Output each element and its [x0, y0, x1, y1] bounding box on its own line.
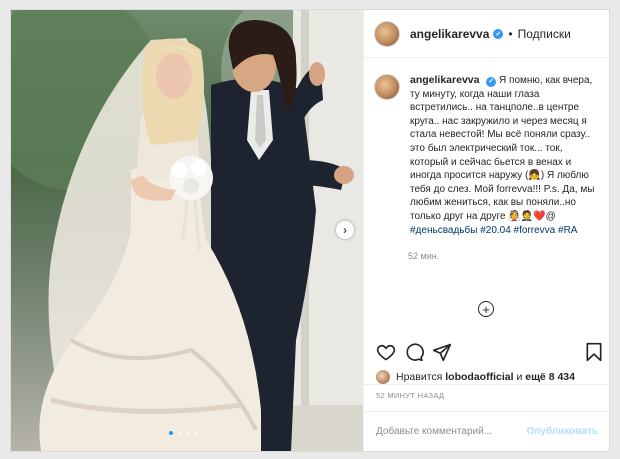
- post-photo[interactable]: ›: [11, 10, 363, 451]
- verified-icon: ✓: [486, 76, 497, 87]
- caption-timestamp: 52 мин.: [408, 251, 440, 262]
- carousel-dot: [185, 431, 189, 435]
- heart-icon[interactable]: [376, 342, 396, 362]
- avatar[interactable]: [374, 20, 400, 47]
- username-link[interactable]: angelikarevva: [410, 27, 489, 41]
- carousel-indicator: [169, 431, 197, 435]
- header-separator: •: [508, 26, 513, 41]
- caption-username-link[interactable]: angelikarevva: [410, 74, 479, 86]
- following-button[interactable]: Подписки: [518, 27, 571, 41]
- plus-circle-icon[interactable]: +: [478, 301, 494, 317]
- comment-form: Опубликовать: [364, 411, 609, 451]
- caption-row: angelikarevva ✓ Я помню, как вчера, ту м…: [364, 58, 609, 237]
- caption-hashtags[interactable]: #деньсвадьбы #20.04 #forrevva #RA: [410, 225, 577, 236]
- carousel-dot: [177, 431, 181, 435]
- post-header: angelikarevva ✓ • Подписки: [364, 10, 609, 58]
- caption-text: angelikarevva ✓ Я помню, как вчера, ту м…: [410, 74, 602, 237]
- share-icon[interactable]: [432, 342, 452, 362]
- liker-username-link[interactable]: lobodaofficial: [445, 371, 513, 383]
- likes-prefix: Нравится: [396, 371, 443, 383]
- comment-input[interactable]: [376, 426, 526, 437]
- likes-count-link[interactable]: ещё 8 434: [525, 371, 575, 383]
- verified-icon: ✓: [493, 28, 504, 39]
- chevron-right-icon: ›: [343, 223, 347, 237]
- post-side-panel: angelikarevva ✓ • Подписки angelikarevva…: [363, 10, 609, 451]
- post-modal: › angelikarevva ✓ • Подписки angelikarev…: [10, 9, 610, 452]
- caption-body: Я помню, как вчера, ту минуту, когда наш…: [410, 75, 595, 222]
- comment-icon[interactable]: [404, 342, 424, 362]
- post-timestamp: 52 МИНУТ НАЗАД: [376, 391, 445, 400]
- caption-area: angelikarevva ✓ Я помню, как вчера, ту м…: [364, 58, 609, 385]
- likes-connector: и: [516, 371, 523, 383]
- next-photo-button[interactable]: ›: [336, 221, 354, 239]
- publish-button[interactable]: Опубликовать: [527, 426, 598, 437]
- caption-avatar[interactable]: [374, 74, 400, 100]
- carousel-dot: [169, 431, 173, 435]
- bookmark-icon[interactable]: [584, 342, 604, 362]
- action-bar: [376, 342, 604, 364]
- likes-summary: Нравится lobodaofficial и ещё 8 434: [376, 370, 575, 384]
- carousel-dot: [193, 431, 197, 435]
- liker-avatar[interactable]: [376, 370, 390, 384]
- wedding-photo-illustration: [11, 10, 363, 451]
